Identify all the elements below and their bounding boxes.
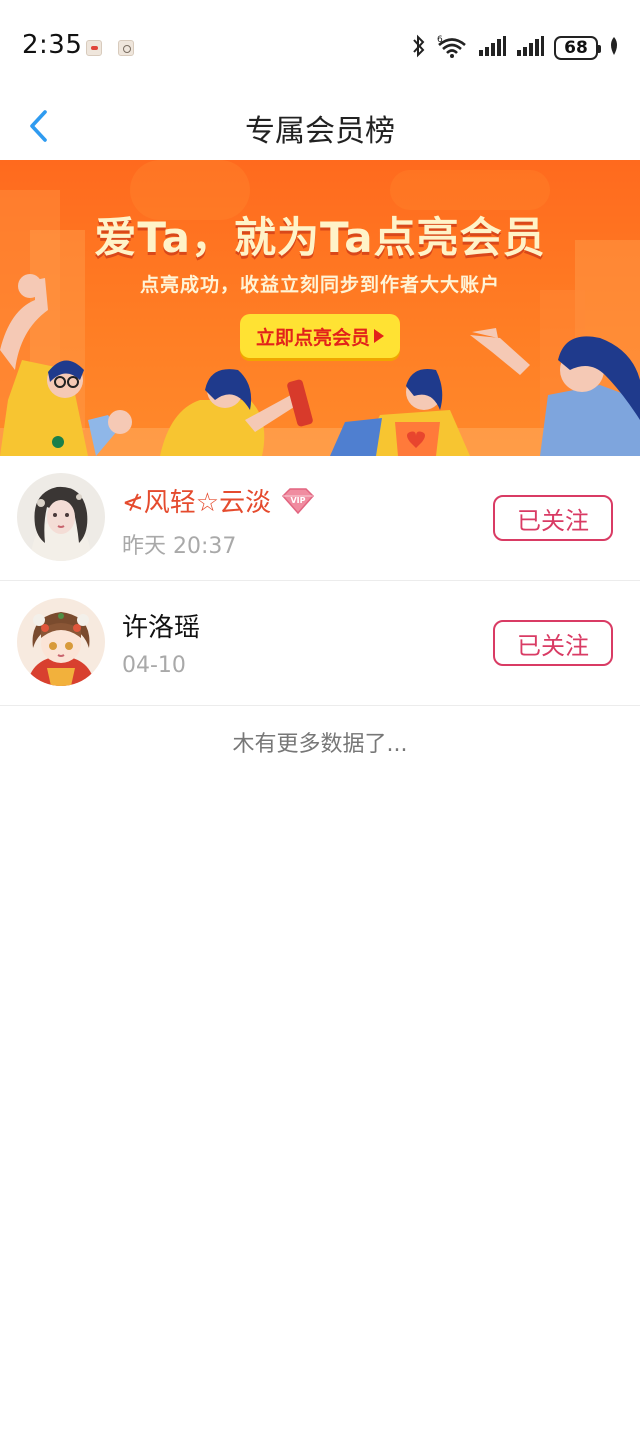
cta-label: 立即点亮会员 — [255, 326, 370, 349]
member-name-line: ≮风轻☆云淡 VIP — [122, 482, 317, 519]
followed-button[interactable]: 已关注 — [493, 495, 613, 541]
member-name[interactable]: ≮风轻☆云淡 — [122, 482, 271, 519]
status-bar: 2:35 6 68 — [0, 0, 640, 92]
play-arrow-icon — [374, 329, 384, 343]
member-name[interactable]: 许洛瑶 — [122, 607, 200, 644]
notification-app-icon — [86, 40, 102, 56]
banner-headline: 爱Ta，就为Ta点亮会员 — [94, 213, 546, 262]
avatar[interactable] — [17, 598, 105, 686]
leaf-icon — [608, 36, 620, 60]
promo-banner[interactable]: 爱Ta，就为Ta点亮会员 点亮成功，收益立刻同步到作者大大账户 立即点亮会员 — [0, 160, 640, 456]
bluetooth-icon — [412, 34, 426, 62]
wifi-6-icon: 6 — [436, 33, 468, 63]
vip-diamond-icon: VIP — [279, 487, 317, 514]
member-time: 04-10 — [122, 653, 186, 678]
page-title: 专属会员榜 — [245, 114, 395, 149]
avatar[interactable] — [17, 473, 105, 561]
followed-button[interactable]: 已关注 — [493, 620, 613, 666]
member-time: 昨天 20:37 — [122, 534, 237, 559]
nav-bar: 专属会员榜 — [0, 92, 640, 160]
battery-icon: 68 — [554, 36, 601, 60]
svg-text:VIP: VIP — [291, 496, 306, 505]
list-item[interactable]: ≮风轻☆云淡 VIP 昨天 20:37 已关注 — [0, 456, 640, 581]
list-item[interactable]: 许洛瑶 04-10 已关注 — [0, 581, 640, 706]
activate-membership-button[interactable]: 立即点亮会员 — [240, 314, 400, 358]
member-name-line: 许洛瑶 — [122, 607, 200, 644]
notification-app-icon — [118, 40, 134, 56]
status-icons: 6 68 — [412, 34, 620, 62]
no-more-data-text: 木有更多数据了... — [232, 732, 408, 757]
banner-subtitle: 点亮成功，收益立刻同步到作者大大账户 — [139, 274, 500, 296]
status-time: 2:35 — [22, 30, 83, 60]
signal-icon — [478, 35, 506, 61]
member-list: ≮风轻☆云淡 VIP 昨天 20:37 已关注 许洛瑶 04-10 已关注 — [0, 456, 640, 706]
signal-icon — [516, 35, 544, 61]
